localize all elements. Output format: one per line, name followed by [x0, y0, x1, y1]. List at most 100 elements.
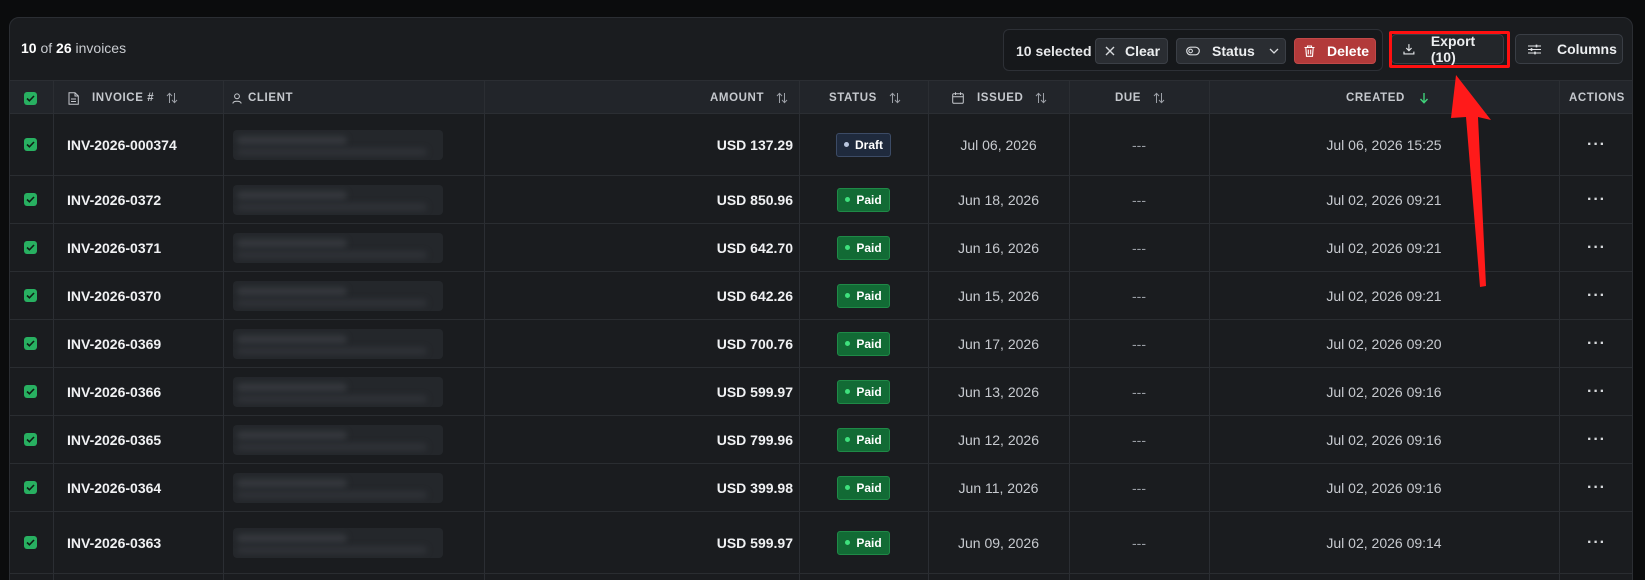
status-cell: Paid — [799, 176, 928, 223]
status-dot-icon — [845, 293, 851, 298]
count-total: 26 — [56, 40, 72, 56]
created-date: Jul 02, 2026 09:14 — [1326, 534, 1442, 551]
clear-selection-button[interactable]: Clear — [1095, 38, 1168, 64]
row-actions-menu-icon[interactable]: ··· — [1559, 320, 1632, 367]
issued-date: Jun 12, 2026 — [958, 431, 1039, 448]
invoice-number[interactable]: INV-2026-0366 — [67, 368, 161, 415]
table-row[interactable]: INV-2026-000374 USD 137.29 Draft Jul 06, 20… — [10, 114, 1632, 176]
issued-date: Jul 06, 2026 — [960, 136, 1037, 153]
row-actions-menu-icon[interactable]: ··· — [1559, 224, 1632, 271]
invoice-amount: USD 599.97 — [716, 534, 793, 551]
column-header-due[interactable]: DUE — [1115, 81, 1165, 115]
invoice-amount: USD 850.96 — [716, 191, 793, 208]
status-header-label: STATUS — [829, 92, 877, 104]
client-redacted — [233, 416, 443, 463]
row-actions-menu-icon[interactable]: ··· — [1559, 176, 1632, 223]
row-checkbox[interactable] — [24, 416, 37, 463]
check-icon — [26, 436, 35, 443]
column-header-created[interactable]: CREATED — [1346, 81, 1429, 115]
status-cell: Paid — [799, 512, 928, 573]
delete-selected-button[interactable]: Delete — [1294, 38, 1376, 64]
client-redacted — [233, 114, 443, 175]
table-row[interactable]: INV-2026-0370 USD 642.26 Paid Jun 15, 2026 -… — [10, 272, 1632, 320]
row-actions-menu-icon[interactable]: ··· — [1559, 272, 1632, 319]
check-icon — [26, 244, 35, 251]
client-redacted — [233, 464, 443, 511]
table-row[interactable]: INV-2026-0365 USD 799.96 Paid Jun 12, 2026 -… — [10, 416, 1632, 464]
row-checkbox[interactable] — [24, 512, 37, 573]
row-checkbox[interactable] — [24, 224, 37, 271]
export-label: Export (10) — [1430, 33, 1476, 65]
status-cell: Paid — [799, 368, 928, 415]
row-checkbox[interactable] — [24, 368, 37, 415]
created-date: Jul 02, 2026 09:16 — [1326, 383, 1442, 400]
columns-button[interactable]: Columns — [1515, 34, 1623, 64]
status-badge: Paid — [837, 235, 890, 260]
table-row[interactable]: INV-2026-0372 USD 850.96 Paid Jun 18, 2026 -… — [10, 176, 1632, 224]
column-header-client[interactable]: CLIENT — [232, 81, 293, 115]
checkbox-checked — [24, 337, 37, 350]
column-header-issued[interactable]: ISSUED — [952, 81, 1047, 115]
chevron-down-icon — [1269, 48, 1279, 54]
invoice-number[interactable]: INV-2026-0371 — [67, 224, 161, 271]
due-date: --- — [1132, 136, 1146, 153]
client-redacted — [233, 512, 443, 573]
invoice-amount: USD 399.98 — [716, 479, 793, 496]
invoice-number[interactable]: INV-2026-0365 — [67, 416, 161, 463]
clear-label: Clear — [1125, 43, 1161, 59]
user-icon — [232, 92, 242, 104]
table-row[interactable]: INV-2026-0369 USD 700.76 Paid Jun 17, 2026 -… — [10, 320, 1632, 368]
checkbox-checked — [24, 536, 37, 549]
client-header-label: CLIENT — [248, 92, 294, 104]
row-actions-menu-icon[interactable]: ··· — [1559, 416, 1632, 463]
count-shown: 10 — [21, 40, 37, 56]
table-row[interactable]: INV-2026-0364 USD 399.98 Paid Jun 11, 2026 -… — [10, 464, 1632, 512]
status-badge: Paid — [837, 283, 890, 308]
column-header-status[interactable]: STATUS — [829, 81, 901, 115]
row-actions-menu-icon[interactable]: ··· — [1559, 512, 1632, 573]
checkbox-checked — [24, 433, 37, 446]
created-header-label: CREATED — [1346, 92, 1405, 104]
invoice-number[interactable]: INV-2026-0372 — [67, 176, 161, 223]
status-dropdown-button[interactable]: Status — [1176, 38, 1286, 64]
issued-header-label: ISSUED — [977, 92, 1024, 104]
invoice-number[interactable]: INV-2026-0364 — [67, 464, 161, 511]
sort-icon — [1153, 92, 1165, 104]
columns-label: Columns — [1557, 41, 1617, 57]
checkbox-checked — [24, 481, 37, 494]
table-row[interactable]: INV-2026-0363 USD 599.97 Paid Jun 09, 2026 -… — [10, 512, 1632, 574]
row-checkbox[interactable] — [24, 464, 37, 511]
file-icon — [68, 91, 79, 105]
row-actions-menu-icon[interactable]: ··· — [1559, 114, 1632, 175]
invoice-count: 10 of 26 invoices — [21, 40, 126, 56]
checkbox-checked — [24, 385, 37, 398]
issued-date: Jun 09, 2026 — [958, 534, 1039, 551]
check-icon — [26, 196, 35, 203]
client-redacted — [233, 224, 443, 271]
invoice-number[interactable]: INV-2026-0363 — [67, 512, 161, 573]
invoice-number[interactable]: INV-2026-000374 — [67, 114, 177, 175]
invoice-number[interactable]: INV-2026-0369 — [67, 320, 161, 367]
table-row[interactable]: INV-2026-0366 USD 599.97 Paid Jun 13, 2026 -… — [10, 368, 1632, 416]
row-actions-menu-icon[interactable]: ··· — [1559, 464, 1632, 511]
row-checkbox[interactable] — [24, 320, 37, 367]
status-badge: Paid — [837, 187, 890, 212]
column-header-amount[interactable]: AMOUNT — [710, 81, 788, 115]
row-actions-menu-icon[interactable]: ··· — [1559, 368, 1632, 415]
status-text: Draft — [854, 137, 883, 152]
row-checkbox[interactable] — [24, 176, 37, 223]
checkbox-checked — [24, 138, 37, 151]
count-of: of — [40, 40, 53, 56]
calendar-icon — [952, 92, 964, 104]
status-dot-icon — [845, 389, 851, 394]
row-checkbox[interactable] — [24, 114, 37, 175]
row-checkbox[interactable] — [24, 272, 37, 319]
export-button[interactable]: Export (10) — [1391, 33, 1504, 65]
column-header-invoice[interactable]: INVOICE # — [68, 81, 178, 115]
invoice-number[interactable]: INV-2026-0370 — [67, 272, 161, 319]
invoice-amount: USD 642.26 — [716, 287, 793, 304]
select-all-checkbox[interactable] — [24, 81, 37, 115]
table-row[interactable]: INV-2026-0371 USD 642.70 Paid Jun 16, 2026 -… — [10, 224, 1632, 272]
status-text: Paid — [856, 240, 882, 255]
status-cell: Paid — [799, 416, 928, 463]
